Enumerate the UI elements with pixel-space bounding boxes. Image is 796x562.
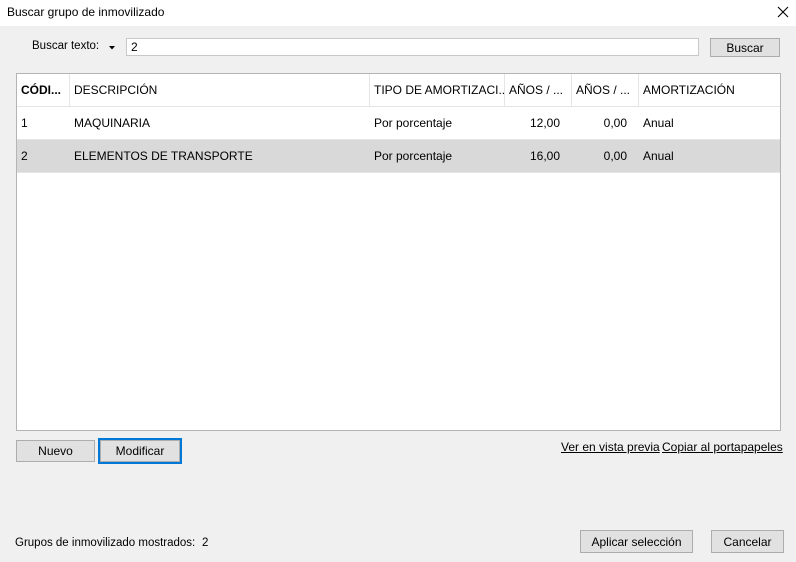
column-header-tipo[interactable]: TIPO DE AMORTIZACI... [370, 74, 505, 106]
cell-anios-1: 16,00 [529, 149, 560, 163]
modify-button[interactable]: Modificar [98, 438, 182, 464]
table-row[interactable]: 1 MAQUINARIA Por porcentaje 12,00 0,00 A… [17, 107, 780, 139]
search-input[interactable] [126, 38, 699, 56]
results-grid: CÓDI... DESCRIPCIÓN TIPO DE AMORTIZACI..… [16, 73, 781, 431]
window-title: Buscar grupo de inmovilizado [7, 5, 165, 19]
table-row-selected[interactable]: 2 ELEMENTOS DE TRANSPORTE Por porcentaje… [17, 140, 780, 172]
status-label: Grupos de inmovilizado mostrados: [15, 537, 196, 549]
search-label: Buscar texto: [32, 40, 100, 52]
caret-down-icon [109, 46, 115, 50]
cell-anios-2: 0,00 [603, 116, 627, 130]
cell-amortizacion: Anual [643, 116, 674, 130]
cell-tipo: Por porcentaje [374, 116, 453, 130]
column-header-amortizacion[interactable]: AMORTIZACIÓN [639, 74, 780, 106]
cancel-button[interactable]: Cancelar [711, 530, 784, 553]
cell-descripcion: MAQUINARIA [74, 116, 151, 130]
search-button[interactable]: Buscar [710, 38, 780, 57]
column-header-descripcion[interactable]: DESCRIPCIÓN [70, 74, 370, 106]
status-count: 2 [202, 537, 209, 549]
column-header-anios-2[interactable]: AÑOS / ... [572, 74, 639, 106]
column-header-codigo[interactable]: CÓDI... [17, 74, 70, 106]
row-divider [17, 172, 780, 173]
column-header-anios-1[interactable]: AÑOS / ... [505, 74, 572, 106]
cell-descripcion: ELEMENTOS DE TRANSPORTE [74, 149, 253, 163]
search-options-dropdown[interactable] [108, 41, 116, 50]
close-button[interactable] [770, 0, 796, 26]
cell-anios-1: 12,00 [529, 116, 560, 130]
new-button[interactable]: Nuevo [16, 440, 95, 462]
cell-tipo: Por porcentaje [374, 149, 453, 163]
copy-clipboard-link[interactable]: Copiar al portapapeles [662, 440, 783, 454]
cell-anios-2: 0,00 [603, 149, 627, 163]
cell-codigo: 2 [21, 149, 28, 163]
close-icon [777, 6, 789, 18]
print-preview-link[interactable]: Ver en vista previa [561, 440, 660, 454]
cell-amortizacion: Anual [643, 149, 674, 163]
apply-selection-button[interactable]: Aplicar selección [580, 530, 693, 553]
grid-header: CÓDI... DESCRIPCIÓN TIPO DE AMORTIZACI..… [17, 74, 780, 107]
cell-codigo: 1 [21, 116, 28, 130]
